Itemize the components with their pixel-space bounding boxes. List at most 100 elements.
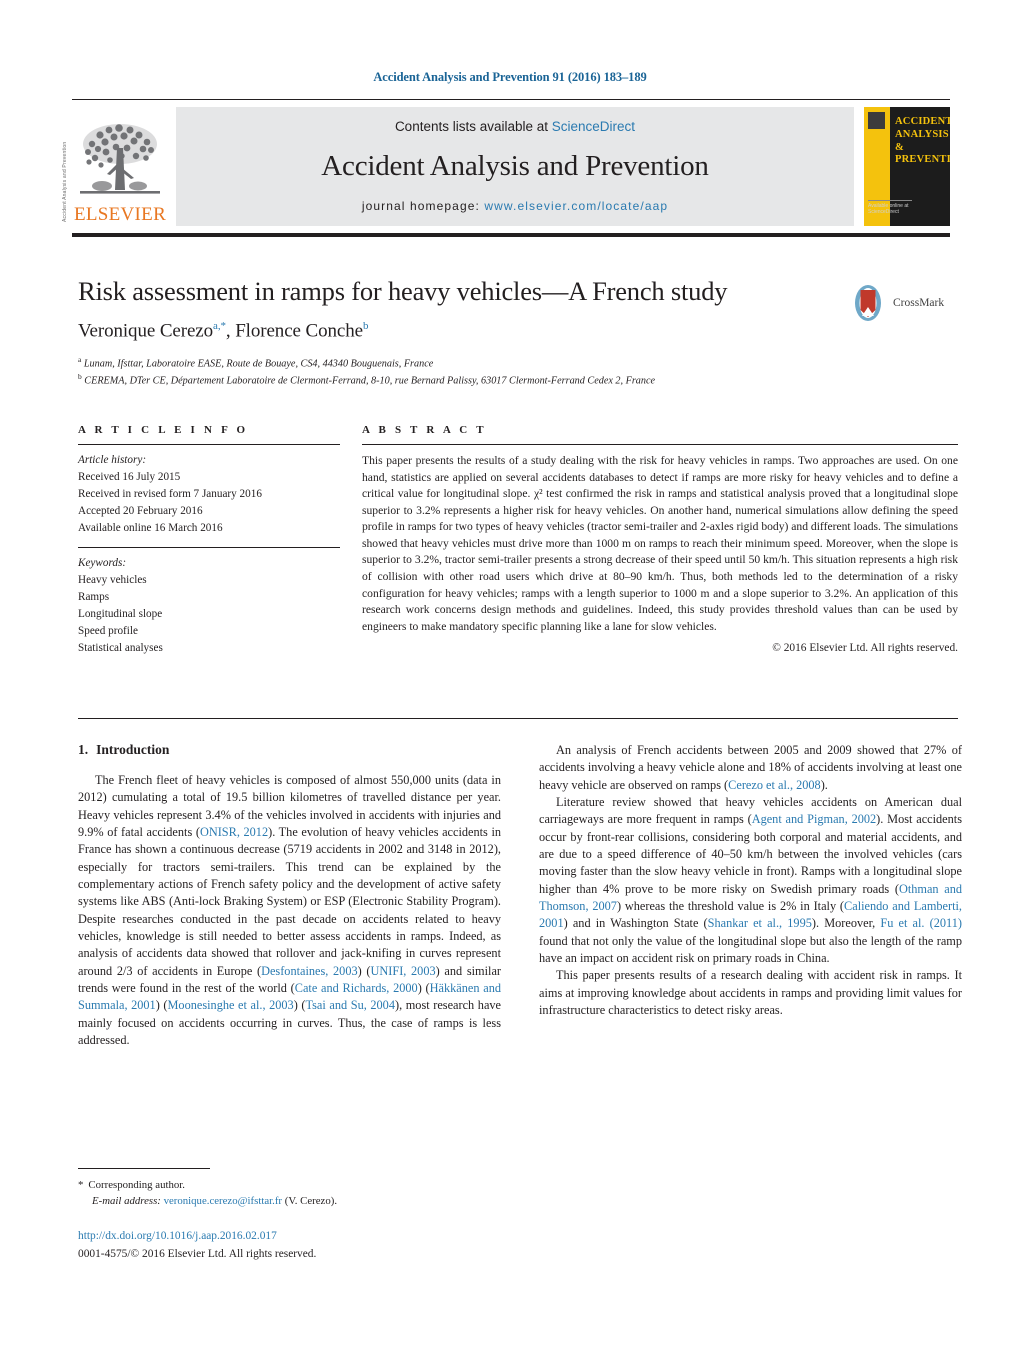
keyword-item: Longitudinal slope	[78, 608, 163, 621]
cover-sciencedirect-mark: Available online at ScienceDirect	[868, 200, 912, 220]
doi-link[interactable]: http://dx.doi.org/10.1016/j.aap.2016.02.…	[78, 1228, 578, 1246]
cover-title-text: ACCIDENT ANALYSIS & PREVENTION	[895, 116, 950, 166]
history-item: Received in revised form 7 January 2016	[78, 488, 262, 501]
citation-link[interactable]: Agent and Pigman, 2002	[752, 812, 876, 826]
affiliation-a: a Lunam, Ifsttar, Laboratoire EASE, Rout…	[78, 354, 858, 371]
crossmark-icon	[855, 285, 881, 321]
elsevier-logo: ELSEVIER	[72, 107, 168, 226]
paragraph-text: ) whereas the threshold value is 2% in I…	[616, 898, 845, 913]
history-item: Accepted 20 February 2016	[78, 505, 203, 518]
running-head: Accident Analysis and Prevention 91 (201…	[373, 70, 647, 84]
crossmark-label: CrossMark	[893, 297, 945, 309]
citation-link[interactable]: Cate and Richards, 2000	[295, 981, 418, 995]
crossmark-badge[interactable]: CrossMark	[848, 281, 958, 325]
masthead-bottom-rule	[72, 233, 950, 237]
citation-link[interactable]: Desfontaines, 2003	[261, 964, 358, 978]
section-number: 1.	[78, 742, 89, 757]
paragraph-text: ) (	[417, 980, 430, 995]
elsevier-wordmark: ELSEVIER	[73, 204, 167, 225]
body-column-left: 1. Introduction The French fleet of heavy…	[78, 742, 501, 1049]
abstract-heading: A B S T R A C T	[362, 424, 487, 436]
body-paragraph: Literature review showed that heavy vehi…	[539, 794, 962, 967]
abstract-text: This paper presents the results of a stu…	[362, 454, 958, 633]
citation-link[interactable]: Fu et al. (2011)	[880, 916, 962, 930]
author-1: Veronique Cerezo	[78, 320, 214, 341]
title-block: Risk assessment in ramps for heavy vehic…	[78, 276, 858, 389]
body-paragraph: This paper presents results of a researc…	[539, 967, 962, 1019]
paragraph-text: ) (	[155, 998, 168, 1013]
body-columns: 1. Introduction The French fleet of heavy…	[78, 742, 962, 1049]
elsevier-tree-icon	[80, 124, 160, 194]
keyword-item: Statistical analyses	[78, 642, 163, 655]
author-separator: ,	[225, 320, 236, 341]
affiliations: a Lunam, Ifsttar, Laboratoire EASE, Rout…	[78, 354, 858, 389]
affiliation-b-marker: b	[78, 372, 82, 382]
paragraph-text: ). The evolution of heavy vehicles accid…	[78, 824, 502, 978]
affiliation-a-marker: a	[78, 355, 82, 364]
journal-homepage-line: journal homepage: www.elsevier.com/locat…	[362, 199, 668, 213]
article-history-group: Article history: Received 16 July 2015 R…	[78, 445, 340, 547]
journal-cover-thumbnail[interactable]: ACCIDENT ANALYSIS & PREVENTION Available…	[864, 107, 950, 226]
contents-available-line: Contents lists available at ScienceDirec…	[395, 119, 635, 134]
issn-copyright-line: 0001-4575/© 2016 Elsevier Ltd. All right…	[78, 1246, 578, 1264]
issn-copyright: © 2016 Elsevier Ltd. All rights reserved…	[130, 1247, 317, 1260]
paragraph-text: ). Moreover,	[811, 916, 881, 931]
sciencedirect-link[interactable]: ScienceDirect	[552, 119, 635, 134]
body-separator-rule	[78, 718, 958, 719]
citation-link[interactable]: UNIFI, 2003	[371, 964, 436, 978]
author-2-affil-marker: b	[362, 319, 369, 332]
homepage-prefix: journal homepage:	[361, 199, 485, 213]
email-label: E-mail address:	[92, 1195, 161, 1208]
article-page: Accident Analysis and Prevention 91 (201…	[0, 0, 1020, 1351]
paragraph-text: ).	[820, 777, 828, 792]
citation-link[interactable]: ONISR, 2012	[200, 825, 268, 839]
citation-link[interactable]: Tsai and Su, 2004	[305, 998, 395, 1012]
keyword-item: Ramps	[78, 591, 110, 604]
footnotes: * Corresponding author. E-mail address: v…	[78, 1177, 508, 1209]
section-title: Introduction	[96, 742, 170, 757]
abstract-copyright: © 2016 Elsevier Ltd. All rights reserved…	[772, 642, 958, 655]
email-link[interactable]: veronique.cerezo@ifsttar.fr	[164, 1195, 282, 1207]
contents-prefix: Contents lists available at	[394, 119, 552, 134]
left-paragraphs: The French fleet of heavy vehicles is co…	[78, 772, 501, 1049]
affiliation-b-text: CEREMA, DTer CE, Département Laboratoire…	[84, 375, 656, 387]
article-info-column: A R T I C L E I N F O Article history: R…	[78, 424, 340, 667]
affiliation-b: b CEREMA, DTer CE, Département Laboratoi…	[78, 371, 858, 388]
history-item: Available online 16 March 2016	[78, 522, 223, 535]
cover-elsevier-mark-icon	[868, 112, 885, 129]
body-paragraph: An analysis of French accidents between …	[539, 742, 962, 794]
corresponding-star: *	[78, 1179, 84, 1191]
citation-link[interactable]: Cerezo et al., 2008	[728, 778, 821, 792]
paragraph-text: ) and in Washington State (	[563, 916, 708, 931]
info-abstract-region: A R T I C L E I N F O Article history: R…	[78, 424, 958, 667]
keyword-item: Heavy vehicles	[78, 574, 147, 587]
body-paragraph: The French fleet of heavy vehicles is co…	[78, 772, 501, 1049]
history-item: Received 16 July 2015	[78, 471, 181, 484]
author-2: Florence Conche	[235, 320, 363, 341]
section-heading-introduction: 1. Introduction	[78, 742, 501, 758]
paragraph-text: This paper presents results of a researc…	[539, 968, 962, 1017]
citation-link[interactable]: Moonesinghe et al., 2003	[168, 998, 294, 1012]
issn-prefix: 0001-4575/	[78, 1247, 131, 1260]
keywords-group: Keywords: Heavy vehicles Ramps Longitudi…	[78, 548, 340, 667]
page-title: Risk assessment in ramps for heavy vehic…	[78, 276, 728, 306]
doi-block: http://dx.doi.org/10.1016/j.aap.2016.02.…	[78, 1228, 578, 1263]
article-info-heading: A R T I C L E I N F O	[78, 424, 249, 436]
journal-homepage-link[interactable]: www.elsevier.com/locate/aap	[484, 199, 668, 213]
affiliation-a-text: Lunam, Ifsttar, Laboratoire EASE, Route …	[83, 358, 434, 370]
article-history-label: Article history:	[78, 454, 147, 466]
corresponding-text: Corresponding author.	[88, 1179, 185, 1191]
paragraph-text: ) (	[357, 963, 371, 978]
journal-title: Accident Analysis and Prevention	[321, 150, 709, 182]
paragraph-text: ) (	[293, 998, 306, 1013]
journal-band: Contents lists available at ScienceDirec…	[176, 107, 854, 226]
email-note: E-mail address: veronique.cerezo@ifsttar…	[78, 1193, 508, 1209]
right-paragraphs: An analysis of French accidents between …	[539, 742, 962, 1019]
email-owner: (V. Cerezo).	[284, 1195, 338, 1208]
keywords-label: Keywords:	[78, 557, 127, 570]
journal-masthead: ELSEVIER Contents lists available at Sci…	[72, 99, 950, 237]
footnote-rule	[78, 1168, 210, 1169]
abstract-column: A B S T R A C T This paper presents the …	[362, 424, 958, 667]
citation-link[interactable]: Shankar et al., 1995	[708, 916, 812, 930]
paragraph-text: found that not only the value of the lon…	[539, 933, 962, 965]
